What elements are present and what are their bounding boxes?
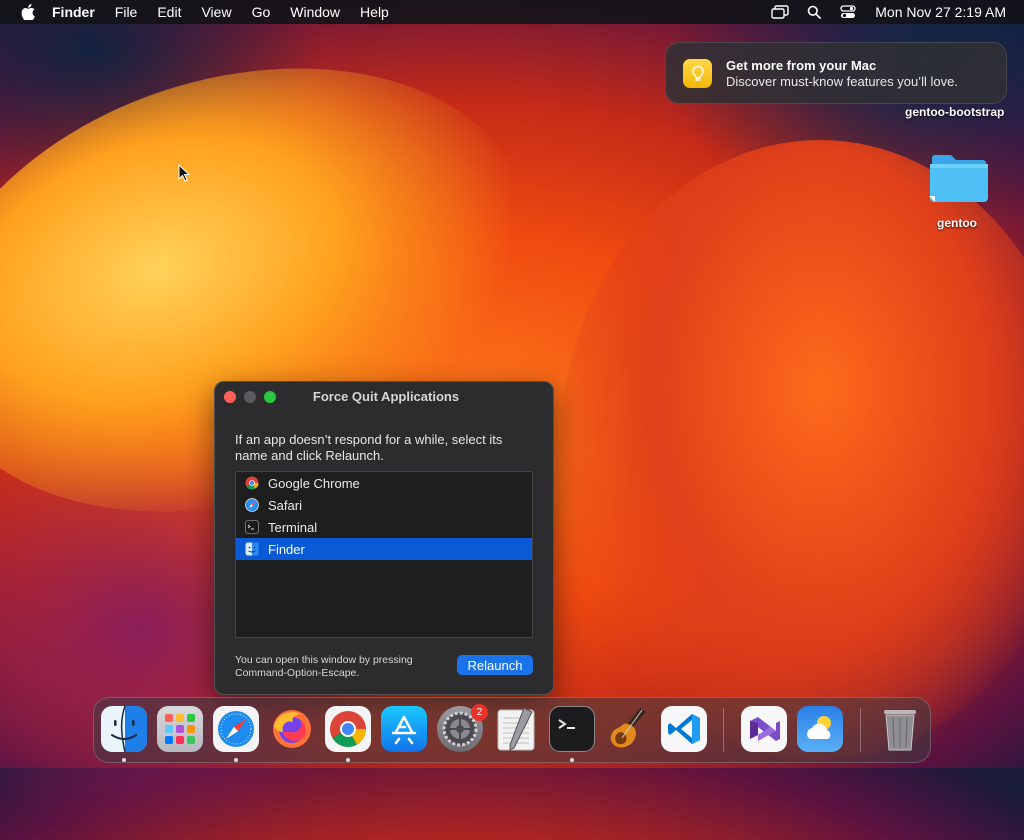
menu-view[interactable]: View [191,0,241,24]
app-row-terminal[interactable]: Terminal [236,516,532,538]
menu-bar: Finder File Edit View Go Window Help Mon… [0,0,1024,24]
safari-icon [244,497,260,513]
screen-mirroring-icon[interactable] [769,3,791,21]
trash-icon[interactable] [877,706,923,752]
lightbulb-icon [683,59,712,88]
menu-window[interactable]: Window [280,0,350,24]
garageband-icon[interactable] [605,706,651,752]
desktop-item-gentoo[interactable]: gentoo [937,216,977,230]
shortcut-hint: You can open this window by pressing Com… [235,654,413,679]
app-name: Google Chrome [268,475,360,491]
running-indicator [570,758,574,762]
terminal-icon [244,519,260,535]
notification-body: Discover must-know features you’ll love. [726,74,958,89]
control-center-icon[interactable] [837,3,859,21]
app-store-icon[interactable] [381,706,427,752]
chrome-icon [244,475,260,491]
app-row-google-chrome[interactable]: Google Chrome [236,472,532,494]
app-row-safari[interactable]: Safari [236,494,532,516]
dock-separator [723,708,724,752]
apple-menu-icon[interactable] [18,4,38,20]
chrome-icon[interactable] [325,706,371,752]
dock-separator [860,708,861,752]
app-list[interactable]: Google Chrome Safari Terminal Finder [235,471,533,638]
firefox-icon[interactable] [269,706,315,752]
finder-icon [244,541,260,557]
menu-clock[interactable]: Mon Nov 27 2:19 AM [875,4,1006,20]
menu-go[interactable]: Go [242,0,281,24]
menu-app-name[interactable]: Finder [52,0,105,24]
app-name: Terminal [268,519,318,535]
finder-icon[interactable] [101,706,147,752]
vscode-icon[interactable] [661,706,707,752]
desktop-item-gentoo-bootstrap[interactable]: gentoo-bootstrap [905,105,1004,119]
terminal-icon[interactable] [549,706,595,752]
launchpad-icon[interactable] [157,706,203,752]
visual-studio-icon[interactable] [741,706,787,752]
instructions-text: If an app doesn’t respond for a while, s… [235,432,503,463]
window-titlebar[interactable]: Force Quit Applications [215,382,553,412]
menu-edit[interactable]: Edit [147,0,191,24]
menu-file[interactable]: File [105,0,148,24]
notification-badge: 2 [471,704,488,721]
running-indicator [122,758,126,762]
running-indicator [234,758,238,762]
menu-help[interactable]: Help [350,0,399,24]
app-name: Finder [268,541,305,557]
relaunch-button[interactable]: Relaunch [457,655,533,675]
dock: 2 [93,697,931,763]
weather-icon[interactable] [797,706,843,752]
folder-icon[interactable] [929,152,989,204]
window-title: Force Quit Applications [312,389,460,404]
app-row-finder[interactable]: Finder [236,538,532,560]
running-indicator [346,758,350,762]
textedit-icon[interactable] [493,706,539,752]
notification-banner[interactable]: Get more from your Mac Discover must-kno… [665,42,1007,104]
safari-icon[interactable] [213,706,259,752]
app-name: Safari [268,497,302,513]
notification-title: Get more from your Mac [726,58,877,73]
spotlight-search-icon[interactable] [803,3,825,21]
mouse-cursor-icon [178,163,191,187]
force-quit-window: Force Quit Applications If an app doesn’… [214,381,554,695]
